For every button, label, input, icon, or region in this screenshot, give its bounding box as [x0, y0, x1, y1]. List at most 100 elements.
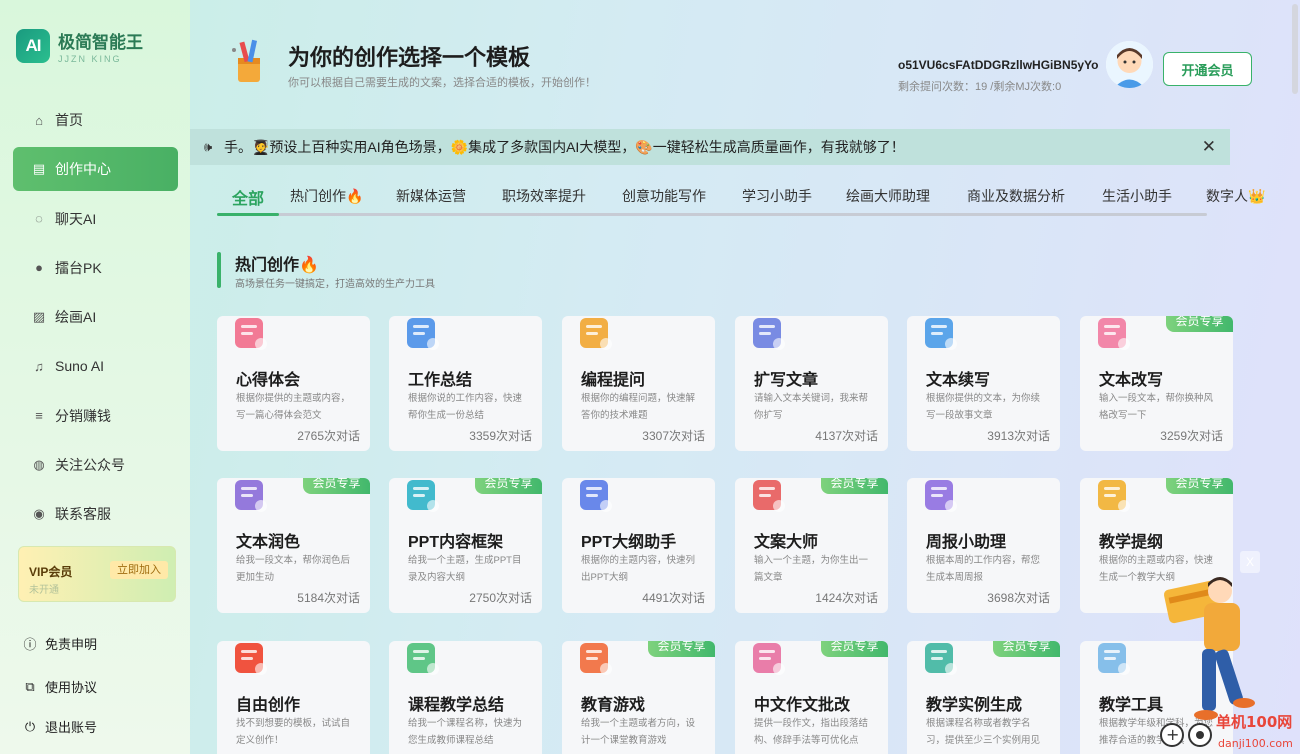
card-description: 请输入文本关键词，我来帮你扩写: [754, 393, 869, 421]
template-card[interactable]: 自由创作 找不到想要的模板，试试自定义创作！: [217, 641, 370, 754]
template-card[interactable]: 中文作文批改 提供一段作文，指出段落结构、修辞手法等可优化点 会员专享: [735, 641, 888, 754]
app-logo[interactable]: AI 极简智能王 JJZN KING: [16, 28, 143, 64]
tab-1[interactable]: 热门创作🔥: [290, 186, 363, 206]
sidebar-item-8[interactable]: ◉ 联系客服: [13, 492, 178, 536]
template-card[interactable]: 文案大师 输入一个主题，为你生出一篇文章 1424次对话 会员专享: [735, 478, 888, 613]
card-usage-count: 2750次对话: [469, 591, 532, 605]
template-card[interactable]: 文本改写 输入一段文本，帮你换种风格改写一下 3259次对话 会员专享: [1080, 316, 1233, 451]
wechat-icon: ◍: [33, 457, 45, 473]
section-subtitle: 高场景任务一键搞定，打造高效的生产力工具: [235, 279, 435, 290]
active-tab-indicator: [217, 213, 279, 216]
vip-only-badge: 会员专享: [993, 641, 1060, 657]
card-description: 根据你的主题内容，快速列出PPT大纲: [581, 555, 696, 583]
app-title: 极简智能王: [58, 33, 143, 52]
card-title: 教学工具: [1099, 697, 1164, 714]
card-description: 输入一个主题，为你生出一篇文章: [754, 555, 869, 583]
card-description: 根据你提供的文本，为你续写一段故事文章: [926, 393, 1041, 421]
sidebar-item-label: 联系客服: [55, 506, 111, 523]
sidebar-item-3[interactable]: ● 擂台PK: [13, 246, 178, 290]
sidebar-item-4[interactable]: ▨ 绘画AI: [13, 295, 178, 339]
page-title: 为你的创作选择一个模板: [288, 45, 531, 70]
card-title: 课程教学总结: [408, 697, 505, 714]
flame-icon: [231, 641, 269, 677]
picture-icon: ▨: [32, 309, 46, 325]
card-title: 编程提问: [581, 372, 646, 389]
agreement-link[interactable]: ⧉ 使用协议: [22, 677, 172, 696]
card-description: 输入一段文本，帮你换种风格改写一下: [1099, 393, 1214, 421]
template-card[interactable]: 心得体会 根据你提供的主题或内容，写一篇心得体会范文 2765次对话: [217, 316, 370, 451]
location-pin-icon: ◉: [33, 506, 45, 522]
template-card[interactable]: PPT内容框架 给我一个主题，生成PPT目录及内容大纲 2750次对话 会员专享: [389, 478, 542, 613]
sidebar-item-7[interactable]: ◍ 关注公众号: [13, 443, 178, 487]
tab-8[interactable]: 生活小助手: [1102, 186, 1172, 206]
template-card[interactable]: 编程提问 根据你的编程问题，快速解答你的技术难题 3307次对话: [562, 316, 715, 451]
tab-4[interactable]: 创意功能写作: [622, 186, 706, 206]
teaching-icon: [1094, 478, 1132, 514]
template-card[interactable]: 文本续写 根据你提供的文本，为你续写一段故事文章 3913次对话: [907, 316, 1060, 451]
template-card[interactable]: 课程教学总结给我一个课程名称，快速为您生成教师课程总结: [389, 641, 542, 754]
tab-0[interactable]: 全部: [232, 185, 264, 209]
page-header: 为你的创作选择一个模板 你可以根据自己需要生成的文案，选择合适的模板，开始创作！…: [190, 0, 1290, 126]
category-tabs: 全部 热门创作🔥 新媒体运营 职场效率提升 创意功能写作 学习小助手 绘画大师助理 商业及数据…: [217, 182, 1290, 210]
avatar[interactable]: [1106, 41, 1153, 88]
vip-only-badge: 会员专享: [1166, 478, 1233, 494]
template-card[interactable]: 扩写文章 请输入文本关键词，我来帮你扩写 4137次对话: [735, 316, 888, 451]
card-usage-count: 1424次对话: [815, 591, 878, 605]
sidebar-item-2[interactable]: ◌ 聊天AI: [13, 197, 178, 241]
agreement-icon: ⧉: [25, 678, 35, 694]
card-title: 周报小助理: [926, 534, 1007, 551]
card-title: PPT内容框架: [408, 534, 504, 551]
tab-9[interactable]: 数字人👑: [1206, 186, 1265, 206]
tab-5[interactable]: 学习小助手: [742, 186, 812, 206]
close-icon[interactable]: ✕: [1202, 137, 1216, 157]
card-usage-count: 2765次对话: [297, 429, 360, 443]
sidebar-item-5[interactable]: ♫ Suno AI: [13, 344, 178, 388]
tab-6[interactable]: 绘画大师助理: [846, 186, 930, 206]
card-usage-count: 3307次对话: [642, 429, 705, 443]
card-title: 心得体会: [236, 372, 301, 389]
sticky-note-icon: [1094, 316, 1132, 352]
notice-bar: 🕪 手。🧑‍🎓预设上百种实用AI角色场景，🌼集成了多款国内AI大模型，🎨一键轻松…: [190, 129, 1230, 165]
template-card[interactable]: 工作总结 根据你说的工作内容，快速帮你生成一份总结 3359次对话: [389, 316, 542, 451]
tabs-scroll-track[interactable]: [217, 213, 1207, 216]
user-avatar-icon: [1106, 41, 1153, 88]
sidebar-item-0[interactable]: ⌂ 首页: [13, 98, 178, 142]
card-title: 教学实例生成: [926, 697, 1023, 714]
watermark-url: danji100.com: [1218, 737, 1293, 750]
card-usage-count: 3698次对话: [987, 591, 1050, 605]
card-usage-count: 3913次对话: [987, 429, 1050, 443]
sidebar-item-6[interactable]: ≡ 分销赚钱: [13, 394, 178, 438]
card-title: 中文作文批改: [754, 697, 851, 714]
template-card[interactable]: PPT大纲助手 根据你的主题内容，快速列出PPT大纲 4491次对话: [562, 478, 715, 613]
card-description: 给我一个主题，生成PPT目录及内容大纲: [408, 555, 522, 583]
template-card[interactable]: 教育游戏 给我一个主题或者方向，设计一个课堂教育游戏 会员专享: [562, 641, 715, 754]
worker-icon: [403, 316, 441, 352]
card-title: PPT大纲助手: [581, 534, 677, 551]
sidebar-item-label: Suno AI: [55, 358, 105, 375]
logout-link[interactable]: ⏻ 退出账号: [22, 717, 172, 736]
tab-7[interactable]: 商业及数据分析: [967, 186, 1065, 206]
template-card[interactable]: 文本润色 给我一段文本，帮你润色后更加生动 5184次对话 会员专享: [217, 478, 370, 613]
disclaimer-link[interactable]: ⓘ 免责申明: [22, 634, 172, 653]
template-card[interactable]: 周报小助理 根据本周的工作内容，帮您生成本周周报 3698次对话: [907, 478, 1060, 613]
vip-only-badge: 会员专享: [648, 641, 715, 657]
tab-2[interactable]: 新媒体运营: [396, 186, 466, 206]
vip-membership-card[interactable]: VIP会员 立即加入 未开通: [18, 546, 176, 602]
card-holder-character-icon[interactable]: [1158, 563, 1258, 733]
list-sheet-icon: [403, 641, 441, 677]
report-icon: [921, 478, 959, 514]
notepad-icon: [749, 316, 787, 352]
svg-text:+: +: [1166, 725, 1179, 744]
card-usage-count: 3359次对话: [469, 429, 532, 443]
template-card[interactable]: 教学实例生成 根据课程名称或者教学名习，提供至少三个实例用见 会员专享: [907, 641, 1060, 754]
card-description: 给我一个课程名称，快速为您生成教师课程总结: [408, 718, 523, 746]
page-scrollbar[interactable]: [1292, 4, 1298, 94]
open-vip-button[interactable]: 开通会员: [1163, 52, 1252, 86]
vip-only-badge: 会员专享: [303, 478, 370, 494]
vip-join-button[interactable]: 立即加入: [110, 561, 168, 579]
sidebar-item-label: 擂台PK: [55, 259, 102, 276]
sidebar-item-label: 绘画AI: [55, 309, 97, 326]
tab-3[interactable]: 职场效率提升: [502, 186, 586, 206]
sidebar-item-1[interactable]: ▤ 创作中心: [13, 147, 178, 192]
sidebar-item-label: 首页: [55, 112, 83, 128]
